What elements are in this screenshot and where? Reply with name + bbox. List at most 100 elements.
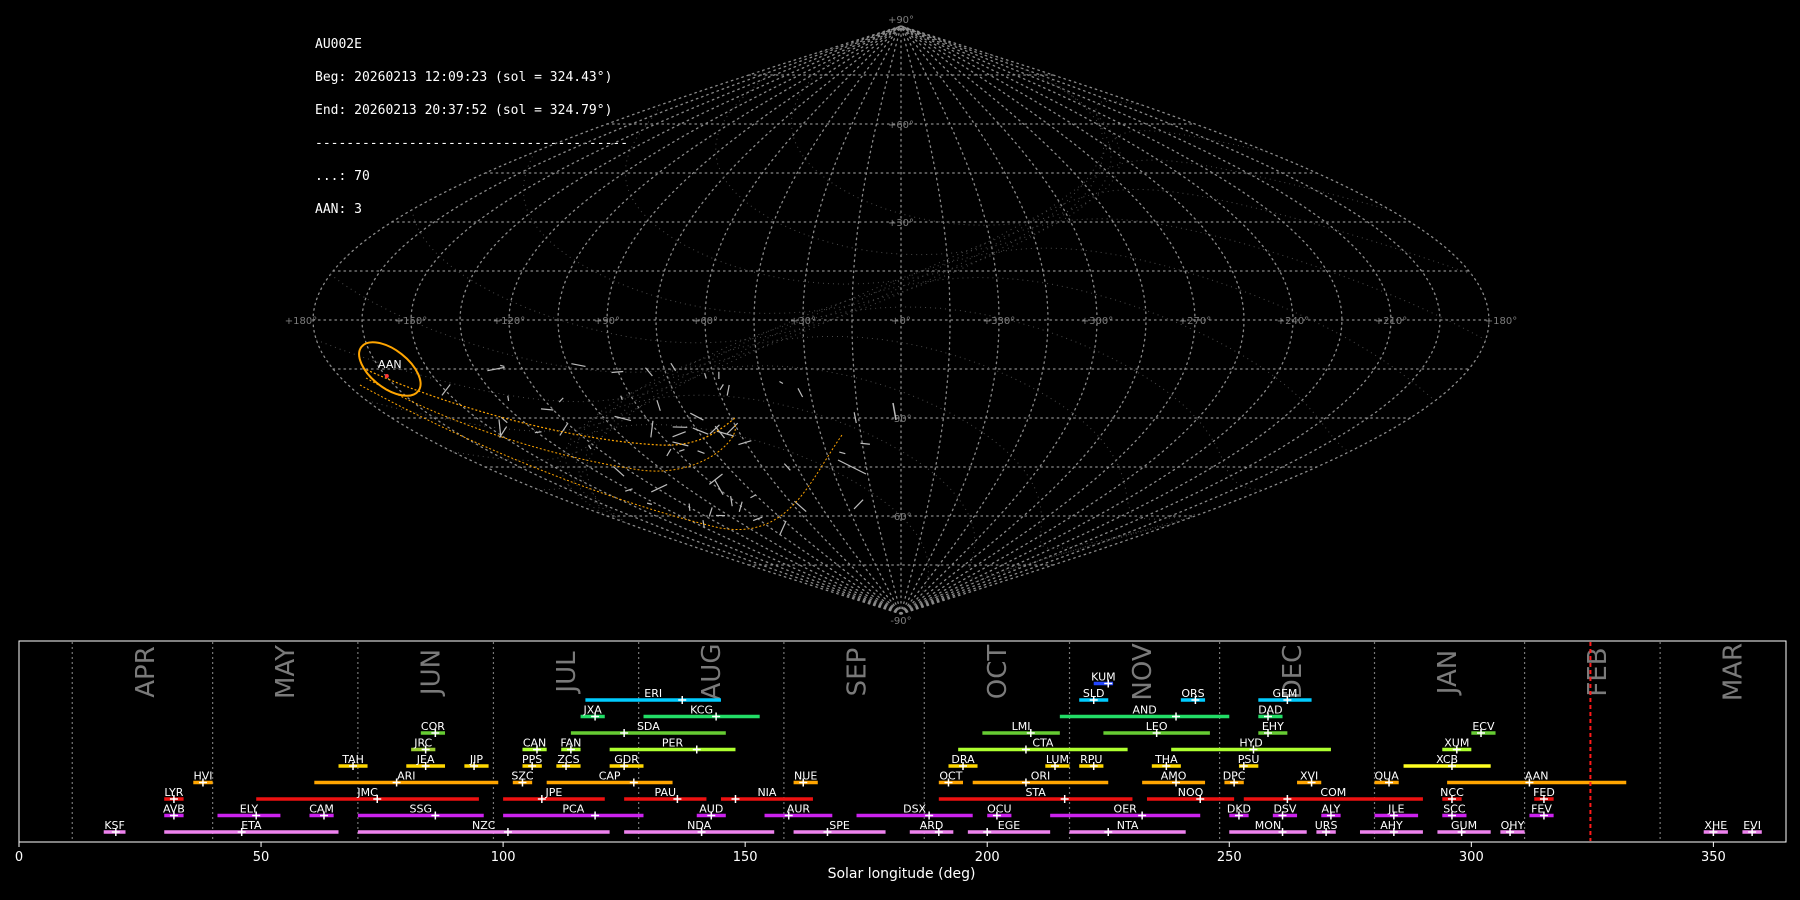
shower-label: NUE — [794, 770, 817, 783]
shower-amo: AMO — [1142, 770, 1206, 787]
shower-label: GDR — [614, 753, 639, 766]
shower-xcb: XCB — [1403, 753, 1491, 770]
shower-label: ORS — [1181, 687, 1204, 700]
latitude-label: +30° — [888, 218, 914, 229]
shower-label: ALY — [1321, 803, 1340, 816]
month-label: FEB — [1583, 647, 1613, 696]
shower-ari: ARI — [314, 770, 499, 787]
x-axis-label: Solar longitude (deg) — [828, 866, 976, 882]
shower-gdr: GDR — [609, 753, 644, 770]
aan-track — [362, 367, 736, 446]
shower-lyr: LYR — [164, 786, 184, 803]
meteor-streak — [726, 422, 739, 435]
meteor-streak — [650, 420, 654, 438]
month-label: APR — [131, 646, 161, 698]
shower-nia: NIA — [720, 786, 813, 803]
shower-label: PSU — [1238, 753, 1260, 766]
shower-scc: SCC — [1442, 803, 1467, 820]
meteor-streak — [704, 373, 707, 379]
shower-label: EGE — [998, 819, 1020, 832]
month-label: MAR — [1719, 643, 1749, 701]
longitude-label: +60° — [692, 316, 718, 327]
month-label: AUG — [697, 644, 727, 701]
longitude-label: +30° — [790, 316, 816, 327]
shower-ahy: AHY — [1359, 819, 1423, 836]
meteor-streak — [697, 450, 705, 454]
shower-can: CAN — [522, 737, 547, 754]
meteor-streak — [559, 423, 569, 436]
shower-label: ERI — [644, 687, 662, 700]
shower-tha: THA — [1151, 753, 1181, 770]
meteor-streak — [853, 499, 864, 510]
longitude-label: +330° — [983, 316, 1015, 327]
x-tick-label: 0 — [15, 850, 23, 865]
shower-label: NOO — [1178, 786, 1204, 799]
meteor-streak — [690, 412, 704, 421]
shower-and: AND — [1059, 704, 1230, 721]
longitude-label: +0° — [891, 316, 911, 327]
shower-label: SZC — [511, 770, 534, 783]
shower-label: AMO — [1161, 770, 1187, 783]
shower-label: JXA — [583, 704, 603, 717]
aan-radiant: AAN — [358, 341, 843, 531]
shower-ksf: KSF — [103, 819, 126, 836]
shower-ors: ORS — [1180, 687, 1206, 704]
shower-ocu: OCU — [987, 803, 1012, 820]
shower-label: HYD — [1239, 737, 1262, 750]
month-label: DEC — [1278, 645, 1308, 700]
shower-label: JEA — [416, 753, 435, 766]
latitude-label: -90° — [890, 616, 911, 627]
shower-label: NZC — [472, 819, 496, 832]
longitude-label: +240° — [1277, 316, 1309, 327]
shower-label: STA — [1025, 786, 1046, 799]
shower-label: DRA — [951, 753, 975, 766]
shower-pca: PCA — [503, 803, 644, 820]
shower-label: HVI — [193, 770, 212, 783]
sky-map: +180° +150° +120° +90° +60° +30° +0° +330° +300°… — [285, 15, 1517, 627]
shower-label: ORI — [1031, 770, 1051, 783]
shower-label: SSG — [410, 803, 433, 816]
x-tick-label: 200 — [975, 850, 1000, 865]
shower-kum: KUM — [1091, 671, 1116, 688]
shower-label: ARI — [397, 770, 415, 783]
meteor-streak — [540, 408, 554, 411]
shower-label: SCC — [1443, 803, 1466, 816]
shower-label: SLD — [1083, 687, 1105, 700]
shower-label: GUM — [1451, 819, 1477, 832]
month-label: NOV — [1128, 643, 1158, 700]
shower-label: GEM — [1272, 687, 1297, 700]
shower-szc: SZC — [511, 770, 534, 787]
meteor-streak — [588, 445, 592, 450]
shower-label: MON — [1255, 819, 1281, 832]
shower-label: DSX — [903, 803, 926, 816]
shower-mon: MON — [1229, 819, 1307, 836]
x-tick-label: 250 — [1217, 850, 1242, 865]
shower-nzc: NZC — [357, 819, 610, 836]
meteor-streak — [794, 500, 807, 513]
shower-cor: COR — [420, 720, 445, 737]
month-label: JUL — [552, 651, 582, 695]
shower-fan: FAN — [560, 737, 581, 754]
longitude-label: +150° — [395, 316, 427, 327]
shower-label: TAH — [341, 753, 364, 766]
shower-sta: STA — [938, 786, 1133, 803]
shower-xum: XUM — [1442, 737, 1472, 754]
shower-dsv: DSV — [1272, 803, 1298, 820]
shower-label: COR — [421, 720, 445, 733]
shower-kcg: KCG — [643, 704, 760, 721]
shower-oct: OCT — [938, 770, 964, 787]
shower-gem: GEM — [1258, 687, 1312, 704]
meteor-streak — [730, 496, 733, 507]
shower-label: RPU — [1080, 753, 1102, 766]
latitude-label: -30° — [890, 414, 911, 425]
sky-track-curve — [564, 394, 1178, 579]
shower-hyd: HYD — [1171, 737, 1331, 754]
meteor-streak — [500, 364, 505, 367]
shower-jea: JEA — [406, 753, 446, 770]
longitude-label: +270° — [1179, 316, 1211, 327]
shower-label: ZCS — [557, 753, 579, 766]
shower-label: CAN — [523, 737, 546, 750]
meteor-streak — [656, 399, 661, 411]
shower-rpu: RPU — [1079, 753, 1104, 770]
shower-label: LUM — [1046, 753, 1069, 766]
